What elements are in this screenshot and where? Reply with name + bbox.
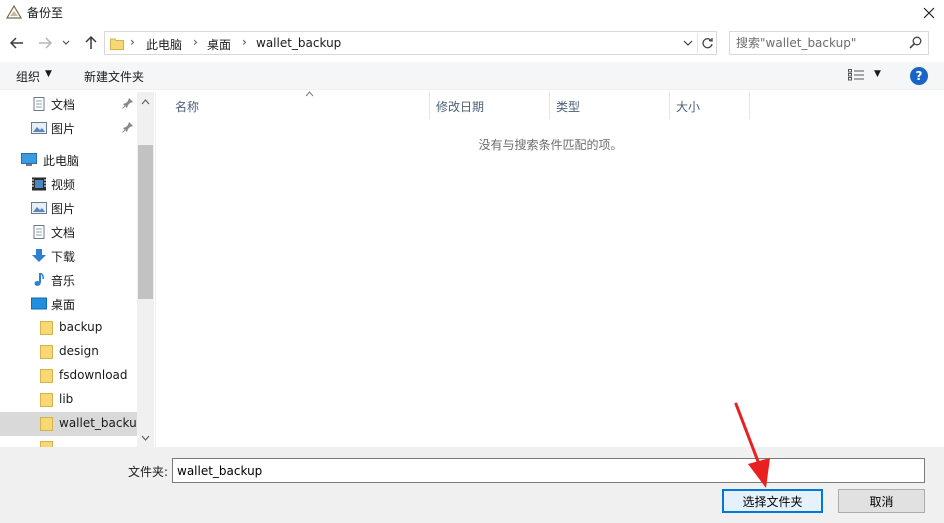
nav-scrollbar[interactable] <box>137 92 154 447</box>
search-icon <box>909 36 922 49</box>
arrow-right-icon <box>39 37 52 49</box>
desktop-icon <box>31 297 47 310</box>
navigation-pane: 文档 图片 此电脑 视频 图片 文档 下载 音乐 桌面 backup desig <box>0 92 155 447</box>
column-header-name[interactable]: 名称 <box>169 90 430 119</box>
folder-label: 文件夹: <box>128 465 169 479</box>
breadcrumb-separator: › <box>130 35 135 49</box>
nav-item-pictures[interactable]: 图片 <box>0 196 137 220</box>
arrow-left-icon <box>10 37 23 49</box>
refresh-button[interactable] <box>697 33 717 53</box>
chevron-down-icon <box>683 40 693 46</box>
file-list: 名称 修改日期 类型 大小 没有与搜索条件匹配的项。 <box>157 90 944 447</box>
column-header-type[interactable]: 类型 <box>550 92 670 119</box>
pane-divider[interactable] <box>155 92 156 447</box>
videos-icon <box>32 177 46 191</box>
cancel-button[interactable]: 取消 <box>838 489 925 513</box>
recent-locations-button[interactable] <box>60 34 72 52</box>
pictures-icon <box>31 122 47 134</box>
nav-item-wallet-backup[interactable]: wallet_backup <box>0 412 144 436</box>
nav-item-videos[interactable]: 视频 <box>0 172 137 196</box>
arrow-up-icon <box>85 36 97 49</box>
folder-icon <box>40 321 53 335</box>
search-box[interactable] <box>729 31 929 55</box>
folder-icon <box>40 369 53 383</box>
toolbar: 组织 ▼ 新建文件夹 ▼ ? <box>0 62 944 90</box>
computer-icon <box>21 153 37 166</box>
close-button[interactable] <box>914 0 944 26</box>
refresh-icon <box>702 37 713 48</box>
select-folder-button[interactable]: 选择文件夹 <box>722 489 823 513</box>
nav-item-documents[interactable]: 文档 <box>0 220 137 244</box>
folder-name-input[interactable] <box>172 458 925 483</box>
view-options-icon[interactable] <box>848 69 866 81</box>
folder-icon <box>40 417 53 431</box>
pin-icon[interactable] <box>122 121 134 133</box>
folder-icon <box>40 393 53 407</box>
nav-item-lib[interactable]: lib <box>0 388 137 412</box>
nav-item-this-pc[interactable]: 此电脑 <box>0 148 137 172</box>
help-icon[interactable]: ? <box>910 67 928 85</box>
back-button[interactable] <box>8 34 26 52</box>
forward-button[interactable] <box>36 34 54 52</box>
chevron-down-icon <box>62 40 70 45</box>
nav-item-fsdownload[interactable]: fsdownload <box>0 364 137 388</box>
address-row: › 此电脑 › 桌面 › wallet_backup <box>0 28 944 58</box>
empty-message: 没有与搜索条件匹配的项。 <box>478 138 623 152</box>
warning-triangle-icon <box>6 5 22 19</box>
scroll-up-icon[interactable] <box>140 96 151 107</box>
breadcrumb-wallet-backup[interactable]: wallet_backup <box>256 36 341 50</box>
up-button[interactable] <box>82 34 100 52</box>
breadcrumb-this-pc[interactable]: 此电脑 <box>146 36 182 53</box>
sort-ascending-icon <box>305 90 314 100</box>
nav-item-music[interactable]: 音乐 <box>0 268 137 292</box>
close-icon <box>923 7 935 19</box>
nav-item-downloads[interactable]: 下载 <box>0 244 137 268</box>
folder-icon <box>40 345 53 359</box>
nav-item-desktop[interactable]: 桌面 <box>0 292 137 316</box>
pin-icon[interactable] <box>122 97 134 109</box>
column-header-size[interactable]: 大小 <box>670 92 750 119</box>
breadcrumb-separator: › <box>242 35 247 49</box>
organize-menu[interactable]: 组织 <box>16 68 40 85</box>
nav-item-pictures-quick[interactable]: 图片 <box>0 116 137 140</box>
folder-icon <box>110 38 124 50</box>
address-dropdown-button[interactable] <box>679 34 697 52</box>
nav-item-design[interactable]: design <box>0 340 137 364</box>
title-bar: 备份至 <box>0 0 944 26</box>
address-bar[interactable]: › 此电脑 › 桌面 › wallet_backup <box>104 31 717 55</box>
documents-icon <box>33 97 45 111</box>
downloads-icon <box>32 249 46 262</box>
new-folder-button[interactable]: 新建文件夹 <box>84 68 144 85</box>
breadcrumb-separator: › <box>193 35 198 49</box>
nav-item-partial-folder[interactable] <box>0 436 137 447</box>
view-caret-down-icon[interactable]: ▼ <box>874 69 881 79</box>
scroll-thumb[interactable] <box>138 145 153 299</box>
breadcrumb-desktop[interactable]: 桌面 <box>207 36 231 53</box>
column-header-date-modified[interactable]: 修改日期 <box>430 92 550 119</box>
music-icon <box>34 273 44 286</box>
pictures-icon <box>31 202 47 214</box>
nav-item-documents-quick[interactable]: 文档 <box>0 92 137 116</box>
nav-item-backup[interactable]: backup <box>0 316 137 340</box>
window-title: 备份至 <box>27 6 64 20</box>
caret-down-icon: ▼ <box>45 69 52 79</box>
dialog-footer: 文件夹: 选择文件夹 取消 <box>0 447 944 523</box>
search-input[interactable] <box>736 35 904 51</box>
scroll-down-icon[interactable] <box>140 432 151 443</box>
documents-icon <box>33 225 45 239</box>
